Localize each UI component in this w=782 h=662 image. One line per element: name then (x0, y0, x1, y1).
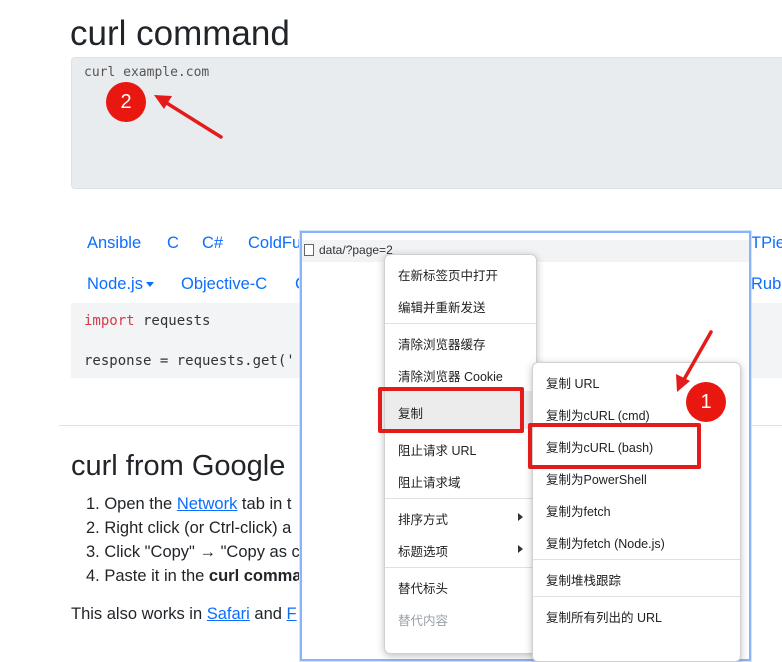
step-badge-1: 1 (686, 382, 726, 422)
arrow-to-command (154, 95, 223, 139)
step-badge-2: 2 (106, 82, 146, 122)
